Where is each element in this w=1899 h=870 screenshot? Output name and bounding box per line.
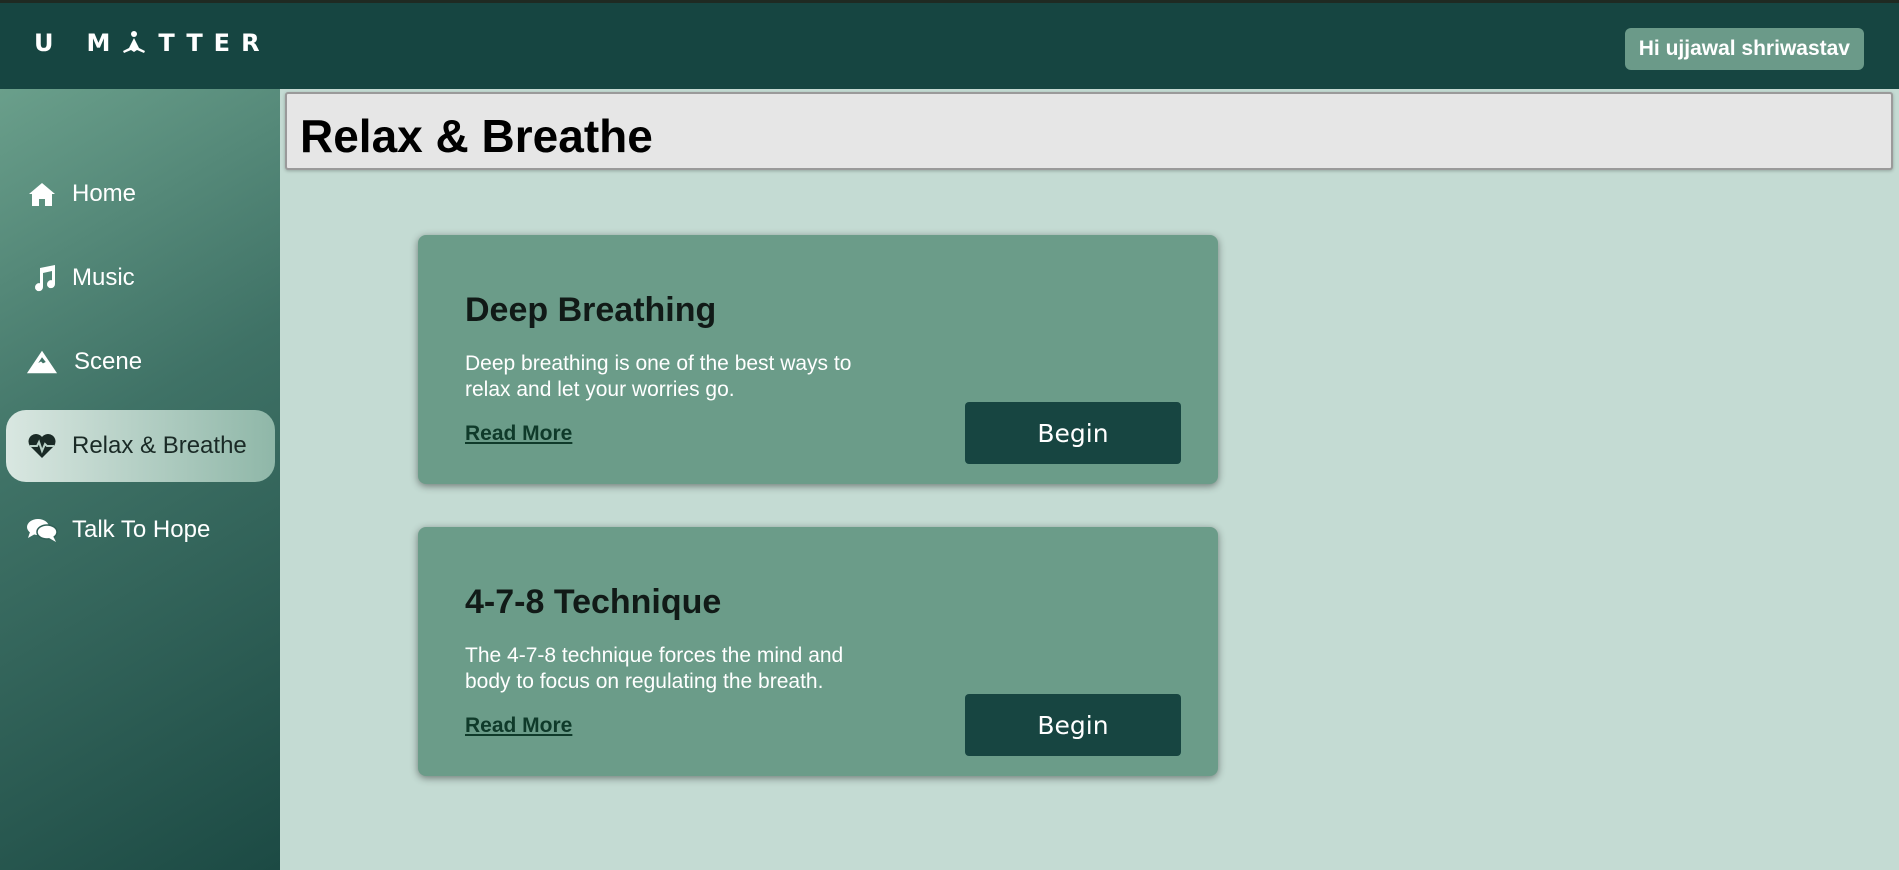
sidebar-item-music[interactable]: Music (6, 242, 275, 314)
page-header: Relax & Breathe (285, 92, 1893, 170)
mountain-icon (26, 348, 58, 376)
sidebar-item-scene[interactable]: Scene (6, 326, 275, 398)
sidebar-item-relax-breathe[interactable]: Relax & Breathe (6, 410, 275, 482)
card-title: Deep Breathing (465, 291, 717, 329)
home-icon (26, 180, 58, 208)
music-icon (28, 264, 60, 292)
card-description: The 4-7-8 technique forces the mind and … (465, 644, 844, 693)
sidebar: Home Music Scene Relax & Breathe Talk To… (0, 89, 280, 870)
card-title: 4-7-8 Technique (465, 583, 722, 621)
chat-icon (26, 516, 58, 544)
read-more-link[interactable]: Read More (465, 714, 572, 738)
heartbeat-icon (26, 432, 58, 460)
read-more-link[interactable]: Read More (465, 422, 572, 446)
card-description: Deep breathing is one of the best ways t… (465, 352, 852, 401)
meditation-icon (121, 30, 147, 56)
sidebar-item-label: Relax & Breathe (72, 432, 247, 459)
app-logo[interactable]: U M TTER (34, 29, 271, 57)
sidebar-item-label: Music (72, 264, 135, 291)
sidebar-item-home[interactable]: Home (6, 158, 275, 230)
begin-button[interactable]: Begin (965, 402, 1181, 464)
page-title: Relax & Breathe (300, 110, 653, 162)
sidebar-item-talk-to-hope[interactable]: Talk To Hope (6, 494, 275, 566)
sidebar-item-label: Home (72, 180, 137, 207)
exercise-card-4-7-8-technique: 4-7-8 Technique The 4-7-8 technique forc… (418, 527, 1218, 776)
sidebar-item-label: Scene (74, 348, 143, 375)
user-greeting-badge[interactable]: Hi ujjawal shriwastav (1624, 28, 1864, 70)
begin-button[interactable]: Begin (965, 694, 1181, 756)
top-bar: U M TTER Hi ujjawal shriwastav (0, 0, 1899, 89)
sidebar-item-label: Talk To Hope (72, 516, 211, 543)
exercise-card-deep-breathing: Deep Breathing Deep breathing is one of … (418, 235, 1218, 484)
